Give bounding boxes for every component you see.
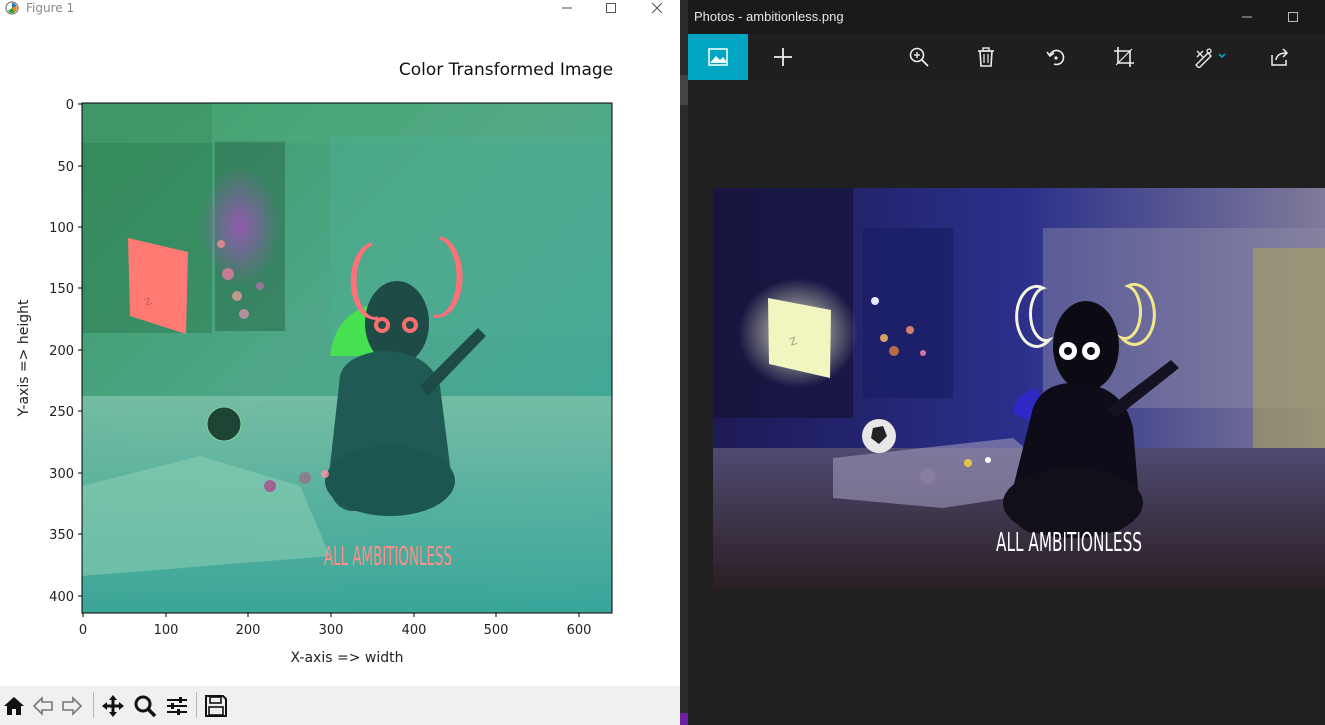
y-tick-label: 200 — [49, 344, 74, 359]
edit-create-icon — [1195, 48, 1226, 68]
configure-subplots-icon — [167, 696, 187, 715]
delete-icon — [978, 47, 994, 67]
home-icon — [4, 696, 24, 715]
rotate-icon — [1046, 49, 1065, 66]
close-icon — [651, 2, 663, 14]
x-tick-label: 400 — [402, 623, 427, 638]
save-button[interactable] — [203, 690, 229, 721]
x-tick-label: 100 — [154, 623, 179, 638]
y-tick-label: 250 — [49, 405, 74, 420]
plot-image-caption: ALL AMBITIONLESS — [324, 542, 452, 572]
x-tick-label: 600 — [567, 623, 592, 638]
forward-icon — [62, 695, 83, 716]
photo-viewer[interactable]: z ALL AMBITIONLESS — [688, 80, 1325, 725]
x-tick-label: 500 — [484, 623, 509, 638]
share-icon — [1271, 48, 1289, 66]
figure-toolbar — [0, 686, 680, 725]
photos-toolbar — [688, 34, 1325, 80]
maximize-icon — [606, 3, 616, 13]
maximize-icon — [1288, 12, 1298, 22]
x-tick-label: 200 — [236, 623, 261, 638]
forward-button[interactable] — [59, 690, 85, 721]
save-icon — [205, 694, 227, 717]
minimize-icon — [562, 7, 572, 9]
y-tick-label: 400 — [49, 590, 74, 605]
matplotlib-logo-icon — [5, 1, 19, 15]
y-tick-label: 0 — [66, 98, 74, 113]
y-axis-label: Y-axis => height — [16, 299, 32, 417]
rotate-button[interactable] — [1026, 34, 1086, 80]
photo-image-caption: ALL AMBITIONLESS — [996, 528, 1142, 558]
x-tick-label: 0 — [79, 623, 87, 638]
add-button[interactable] — [753, 34, 813, 80]
pan-icon — [102, 694, 124, 717]
figure-titlebar: Figure 1 — [0, 0, 680, 16]
close-button[interactable] — [634, 0, 680, 16]
back-icon — [32, 695, 53, 716]
crop-button[interactable] — [1094, 34, 1154, 80]
share-button[interactable] — [1250, 34, 1310, 80]
y-axis: 0 50 100 150 200 250 300 350 400 — [49, 98, 82, 605]
y-tick-label: 350 — [49, 528, 74, 543]
photos-minimize-button[interactable] — [1224, 0, 1270, 34]
toolbar-separator — [196, 692, 197, 718]
y-tick-label: 300 — [49, 467, 74, 482]
home-button[interactable] — [1, 690, 27, 721]
figure-canvas: Color Transformed Image z ALL AMBITIONLE… — [16, 60, 613, 666]
figure-window: Figure 1 Color Transformed Image z ALL A… — [0, 0, 680, 725]
figure-window-title: Figure 1 — [26, 1, 75, 15]
photos-window: Photos - ambitionless.png z ALL AMBITION… — [688, 0, 1325, 725]
window-gap — [680, 0, 688, 725]
taskbar-accent — [680, 713, 688, 725]
y-tick-label: 150 — [49, 282, 74, 297]
crop-icon — [1114, 47, 1134, 67]
add-icon — [774, 48, 792, 66]
plot-image: z ALL AMBITIONLESS — [82, 103, 612, 613]
y-tick-label: 100 — [49, 221, 74, 236]
zoom-button[interactable] — [132, 690, 158, 721]
view-image-icon — [708, 48, 728, 66]
edit-create-button[interactable] — [1186, 34, 1236, 80]
maximize-button[interactable] — [588, 0, 634, 16]
back-button[interactable] — [30, 690, 56, 721]
x-axis-label: X-axis => width — [291, 650, 404, 666]
minimize-icon — [1242, 16, 1252, 18]
x-axis: 0 100 200 300 400 500 600 — [79, 613, 592, 638]
photos-titlebar: Photos - ambitionless.png — [688, 0, 1325, 34]
view-image-button[interactable] — [688, 34, 748, 80]
zoom-in-icon — [909, 47, 929, 67]
toolbar-separator — [93, 692, 94, 718]
photo-image: z ALL AMBITIONLESS — [713, 188, 1325, 588]
x-tick-label: 300 — [319, 623, 344, 638]
zoom-in-button[interactable] — [889, 34, 949, 80]
photos-window-title: Photos - ambitionless.png — [694, 9, 844, 24]
configure-subplots-button[interactable] — [164, 690, 190, 721]
window-gap-shade — [680, 75, 688, 105]
delete-button[interactable] — [956, 34, 1016, 80]
pan-button[interactable] — [100, 690, 126, 721]
zoom-icon — [134, 695, 157, 717]
photos-maximize-button[interactable] — [1270, 0, 1316, 34]
plot-title: Color Transformed Image — [399, 60, 613, 80]
minimize-button[interactable] — [544, 0, 590, 16]
y-tick-label: 50 — [57, 160, 74, 175]
